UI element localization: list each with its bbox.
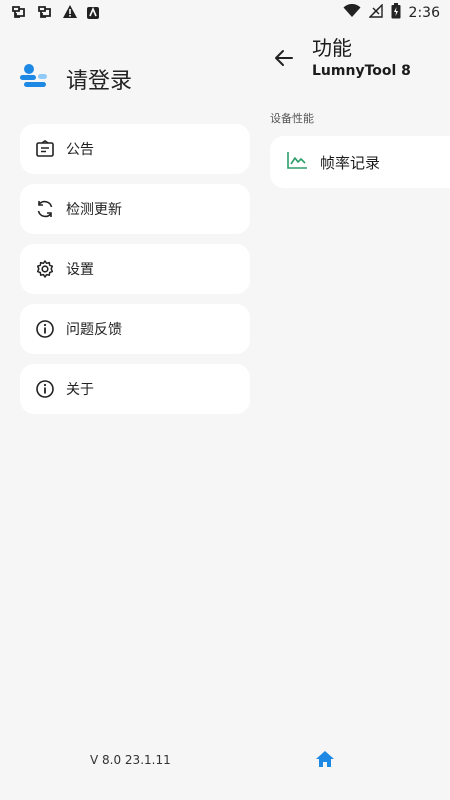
app-version: V 8.0 23.1.11 (90, 753, 171, 767)
status-bar: 2:36 (0, 0, 450, 26)
menu-item-about[interactable]: 关于 (20, 364, 250, 414)
refresh-icon (34, 198, 56, 220)
wifi-icon (343, 3, 361, 22)
info-icon (34, 318, 56, 340)
back-button[interactable] (270, 46, 298, 74)
bug-icon (10, 4, 28, 24)
home-button[interactable] (312, 748, 338, 774)
feature-fps-record[interactable]: 帧率记录 (270, 136, 450, 188)
login-row[interactable]: 请登录 (18, 62, 132, 96)
app-notification-icon (86, 5, 100, 24)
main-content: 功能 LumnyTool 8 设备性能 帧率记录 (262, 26, 450, 800)
menu-item-label: 设置 (66, 262, 94, 278)
status-bar-left (10, 4, 100, 24)
feature-label: 帧率记录 (320, 153, 381, 172)
battery-icon (391, 3, 401, 23)
menu-item-label: 公告 (66, 142, 94, 158)
menu-item-label: 检测更新 (66, 202, 122, 218)
line-chart-icon (286, 150, 308, 174)
signal-icon (367, 3, 383, 22)
page-subtitle: LumnyTool 8 (312, 63, 411, 79)
menu-item-feedback[interactable]: 问题反馈 (20, 304, 250, 354)
menu-item-check-update[interactable]: 检测更新 (20, 184, 250, 234)
gear-icon (34, 258, 56, 280)
drawer-menu: 公告 检测更新 设置 问题反馈 关于 (20, 124, 250, 424)
menu-item-label: 关于 (66, 382, 94, 398)
home-icon (315, 750, 335, 772)
menu-item-label: 问题反馈 (66, 322, 122, 338)
login-label: 请登录 (66, 69, 133, 94)
info-icon (34, 378, 56, 400)
warning-icon (62, 4, 78, 24)
arrow-left-icon (274, 49, 294, 71)
status-bar-right: 2:36 (343, 3, 440, 23)
clock: 2:36 (408, 5, 440, 21)
section-header: 设备性能 (270, 112, 314, 125)
menu-item-settings[interactable]: 设置 (20, 244, 250, 294)
user-avatar-icon (18, 62, 50, 96)
bug-icon (36, 4, 54, 24)
page-title: 功能 (312, 36, 352, 60)
announcement-icon (34, 138, 56, 160)
navigation-drawer: 请登录 公告 检测更新 设置 问题反馈 关于 V 8.0 23.1.11 (0, 26, 262, 800)
menu-item-announcement[interactable]: 公告 (20, 124, 250, 174)
